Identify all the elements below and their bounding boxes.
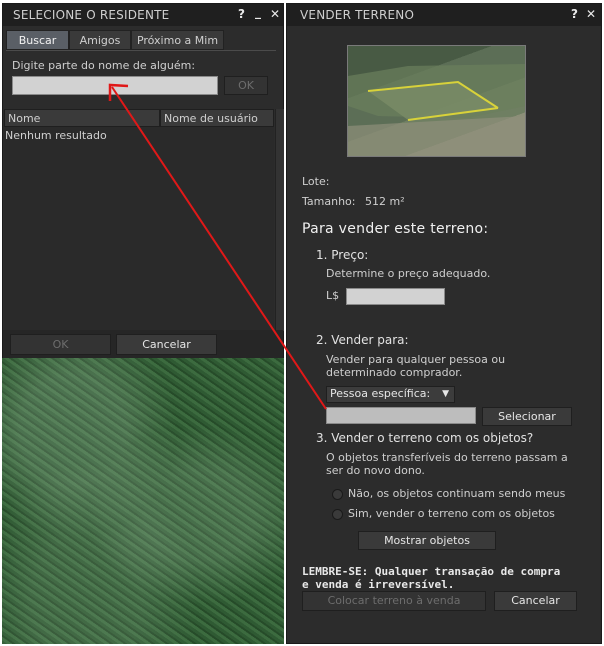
- tab-buscar[interactable]: Buscar: [6, 30, 69, 50]
- step1-desc: Determine o preço adequado.: [326, 267, 491, 280]
- resident-search-input[interactable]: [12, 76, 218, 95]
- chevron-down-icon: ▼: [442, 389, 449, 399]
- help-icon[interactable]: ?: [571, 7, 578, 21]
- price-input[interactable]: [346, 288, 445, 305]
- close-icon[interactable]: ✕: [586, 7, 596, 21]
- search-ok-button[interactable]: OK: [224, 76, 268, 95]
- tab-divider: [6, 50, 276, 51]
- search-prompt-label: Digite parte do nome de alguém:: [12, 59, 196, 72]
- resident-window-title: SELECIONE O RESIDENTE: [13, 8, 170, 22]
- radio-sell-objects[interactable]: [332, 509, 343, 520]
- tamanho-label: Tamanho:: [302, 195, 356, 208]
- close-icon[interactable]: ✕: [270, 7, 280, 21]
- step3-desc-line2: ser do novo dono.: [326, 464, 425, 477]
- step2-desc-line1: Vender para qualquer pessoa ou: [326, 353, 506, 366]
- tab-proximo-a-mim[interactable]: Próximo a Mim: [131, 30, 224, 50]
- sell-titlebar[interactable]: VENDER TERRENO ? ✕: [287, 4, 601, 26]
- sell-window-title: VENDER TERRENO: [300, 8, 415, 22]
- resident-titlebar[interactable]: SELECIONE O RESIDENTE ? _ ✕: [3, 4, 283, 26]
- step2-desc-line2: determinado comprador.: [326, 366, 463, 379]
- resident-ok-button[interactable]: OK: [10, 334, 111, 355]
- lote-label: Lote:: [302, 175, 330, 188]
- sell-heading: Para vender este terreno:: [302, 221, 489, 237]
- step2-title: 2. Vender para:: [316, 333, 409, 347]
- column-header-nome-usuario[interactable]: Nome de usuário: [160, 109, 274, 127]
- radio-keep-objects-label[interactable]: Não, os objetos continuam sendo meus: [348, 487, 565, 500]
- tamanho-value: 512 m²: [365, 195, 405, 208]
- step3-title: 3. Vender o terreno com os objetos?: [316, 431, 534, 445]
- land-snapshot-image: [347, 45, 526, 157]
- buyer-name-input[interactable]: [326, 407, 476, 424]
- minimize-icon[interactable]: _: [255, 5, 261, 19]
- sell-cancel-button[interactable]: Cancelar: [494, 591, 577, 611]
- empty-results-text: Nenhum resultado: [5, 129, 107, 142]
- currency-label: L$: [326, 289, 340, 302]
- help-icon[interactable]: ?: [238, 7, 245, 21]
- list-scrollbar[interactable]: [275, 109, 284, 331]
- terrain-background: [2, 358, 284, 644]
- column-header-nome[interactable]: Nome: [4, 109, 160, 127]
- resident-cancel-button[interactable]: Cancelar: [116, 334, 217, 355]
- step3-desc-line1: O objetos transferíveis do terreno passa…: [326, 451, 568, 464]
- tab-amigos[interactable]: Amigos: [69, 30, 131, 50]
- sell-land-window: VENDER TERRENO ? ✕ Lote: Tamanho: 512 m²…: [286, 3, 602, 644]
- buyer-type-value: Pessoa específica:: [330, 387, 431, 400]
- land-snapshot-art: [348, 64, 525, 156]
- buyer-type-dropdown[interactable]: Pessoa específica: ▼: [326, 386, 455, 403]
- show-objects-button[interactable]: Mostrar objetos: [358, 531, 496, 550]
- step1-title: 1. Preço:: [316, 248, 369, 262]
- radio-sell-objects-label[interactable]: Sim, vender o terreno com os objetos: [348, 507, 555, 520]
- warning-line1: LEMBRE-SE: Qualquer transação de compra: [302, 565, 561, 578]
- radio-keep-objects[interactable]: [332, 489, 343, 500]
- put-land-for-sale-button[interactable]: Colocar terreno à venda: [302, 591, 486, 611]
- select-resident-window: SELECIONE O RESIDENTE ? _ ✕ Buscar Amigo…: [2, 3, 284, 358]
- resident-button-bar: OK Cancelar: [3, 330, 283, 358]
- select-buyer-button[interactable]: Selecionar: [482, 407, 572, 426]
- results-list[interactable]: Nenhum resultado: [4, 127, 274, 332]
- warning-line2: e venda é irreversível.: [302, 578, 455, 591]
